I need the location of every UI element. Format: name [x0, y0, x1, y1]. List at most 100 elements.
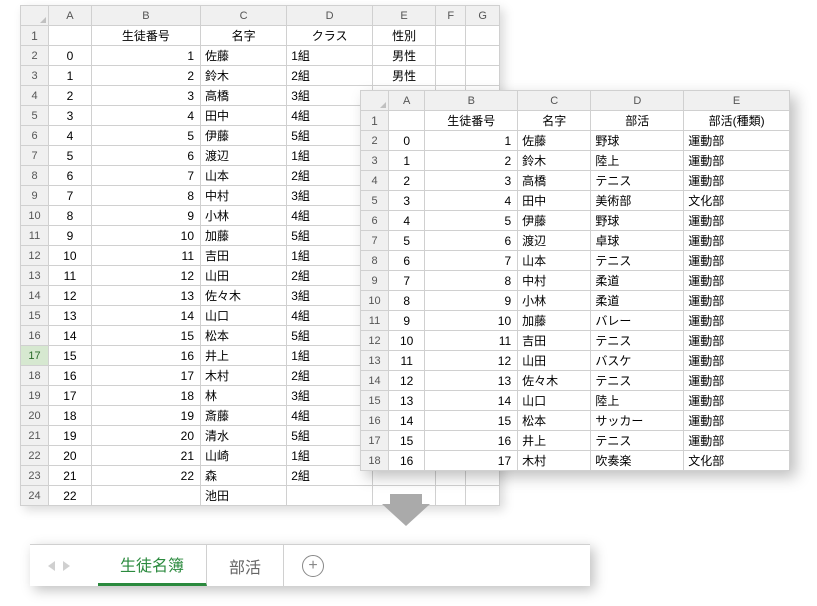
- row-header[interactable]: 14: [361, 371, 389, 391]
- col-header[interactable]: D: [591, 91, 684, 111]
- row-header[interactable]: 10: [361, 291, 389, 311]
- cell[interactable]: 18: [91, 386, 200, 406]
- cell[interactable]: 性別: [372, 26, 435, 46]
- cell[interactable]: 5: [49, 146, 92, 166]
- cell[interactable]: [436, 486, 466, 506]
- cell[interactable]: 7: [49, 186, 92, 206]
- cell[interactable]: 森: [201, 466, 287, 486]
- cell[interactable]: 17: [425, 451, 518, 471]
- cell[interactable]: 16: [389, 451, 425, 471]
- cell[interactable]: テニス: [591, 331, 684, 351]
- cell[interactable]: テニス: [591, 251, 684, 271]
- cell[interactable]: 11: [49, 266, 92, 286]
- col-header[interactable]: G: [466, 6, 500, 26]
- cell[interactable]: 運動部: [684, 391, 790, 411]
- cell[interactable]: 4: [91, 106, 200, 126]
- row-header[interactable]: 8: [361, 251, 389, 271]
- cell[interactable]: 20: [91, 426, 200, 446]
- cell[interactable]: 2: [91, 66, 200, 86]
- cell[interactable]: 0: [49, 46, 92, 66]
- cell[interactable]: 運動部: [684, 371, 790, 391]
- row-header[interactable]: 8: [21, 166, 49, 186]
- col-header[interactable]: A: [389, 91, 425, 111]
- cell[interactable]: 13: [49, 306, 92, 326]
- cell[interactable]: 野球: [591, 211, 684, 231]
- cell[interactable]: 高橋: [201, 86, 287, 106]
- cell[interactable]: [49, 26, 92, 46]
- cell[interactable]: [466, 66, 500, 86]
- cell[interactable]: 運動部: [684, 211, 790, 231]
- cell[interactable]: 8: [425, 271, 518, 291]
- cell[interactable]: 吉田: [201, 246, 287, 266]
- row-header[interactable]: 6: [361, 211, 389, 231]
- cell[interactable]: 野球: [591, 131, 684, 151]
- cell[interactable]: 6: [389, 251, 425, 271]
- cell[interactable]: 15: [91, 326, 200, 346]
- cell[interactable]: 山本: [201, 166, 287, 186]
- row-header[interactable]: 22: [21, 446, 49, 466]
- cell[interactable]: 4: [425, 191, 518, 211]
- cell[interactable]: 10: [425, 311, 518, 331]
- row-header[interactable]: 24: [21, 486, 49, 506]
- row-header[interactable]: 4: [21, 86, 49, 106]
- cell[interactable]: [436, 26, 466, 46]
- cell[interactable]: 14: [389, 411, 425, 431]
- row-header[interactable]: 6: [21, 126, 49, 146]
- cell[interactable]: 山田: [201, 266, 287, 286]
- cell[interactable]: 21: [91, 446, 200, 466]
- cell[interactable]: 1: [91, 46, 200, 66]
- cell[interactable]: テニス: [591, 171, 684, 191]
- cell[interactable]: 8: [49, 206, 92, 226]
- cell[interactable]: 3: [389, 191, 425, 211]
- select-all-corner[interactable]: [361, 91, 389, 111]
- cell[interactable]: 15: [49, 346, 92, 366]
- cell[interactable]: 3: [49, 106, 92, 126]
- cell[interactable]: 6: [91, 146, 200, 166]
- col-header[interactable]: F: [436, 6, 466, 26]
- col-header[interactable]: D: [287, 6, 373, 26]
- cell[interactable]: 17: [49, 386, 92, 406]
- cell[interactable]: 15: [425, 411, 518, 431]
- cell[interactable]: 文化部: [684, 191, 790, 211]
- row-header[interactable]: 18: [361, 451, 389, 471]
- cell[interactable]: 1組: [287, 46, 373, 66]
- cell[interactable]: 1: [49, 66, 92, 86]
- cell[interactable]: 1: [425, 131, 518, 151]
- cell[interactable]: 吉田: [518, 331, 591, 351]
- cell[interactable]: 22: [49, 486, 92, 506]
- cell[interactable]: 陸上: [591, 151, 684, 171]
- cell[interactable]: [91, 486, 200, 506]
- cell[interactable]: 9: [425, 291, 518, 311]
- cell[interactable]: 加藤: [201, 226, 287, 246]
- cell[interactable]: 13: [91, 286, 200, 306]
- cell[interactable]: [466, 26, 500, 46]
- cell[interactable]: 加藤: [518, 311, 591, 331]
- col-header[interactable]: E: [372, 6, 435, 26]
- cell[interactable]: 高橋: [518, 171, 591, 191]
- cell[interactable]: [436, 46, 466, 66]
- cell[interactable]: 斎藤: [201, 406, 287, 426]
- cell[interactable]: 7: [91, 166, 200, 186]
- cell[interactable]: クラス: [287, 26, 373, 46]
- cell[interactable]: 田中: [201, 106, 287, 126]
- cell[interactable]: 卓球: [591, 231, 684, 251]
- cell[interactable]: テニス: [591, 431, 684, 451]
- cell[interactable]: 運動部: [684, 351, 790, 371]
- cell[interactable]: 2: [49, 86, 92, 106]
- cell[interactable]: 1: [389, 151, 425, 171]
- cell[interactable]: 5: [389, 231, 425, 251]
- cell[interactable]: 鈴木: [201, 66, 287, 86]
- cell[interactable]: 山口: [518, 391, 591, 411]
- row-header[interactable]: 5: [361, 191, 389, 211]
- cell[interactable]: 22: [91, 466, 200, 486]
- cell[interactable]: 16: [49, 366, 92, 386]
- cell[interactable]: 文化部: [684, 451, 790, 471]
- row-header[interactable]: 16: [21, 326, 49, 346]
- cell[interactable]: 男性: [372, 46, 435, 66]
- cell[interactable]: 16: [425, 431, 518, 451]
- tab-scroll-left-icon[interactable]: [48, 561, 55, 571]
- cell[interactable]: 19: [49, 426, 92, 446]
- row-header[interactable]: 21: [21, 426, 49, 446]
- cell[interactable]: [436, 66, 466, 86]
- cell[interactable]: 生徒番号: [425, 111, 518, 131]
